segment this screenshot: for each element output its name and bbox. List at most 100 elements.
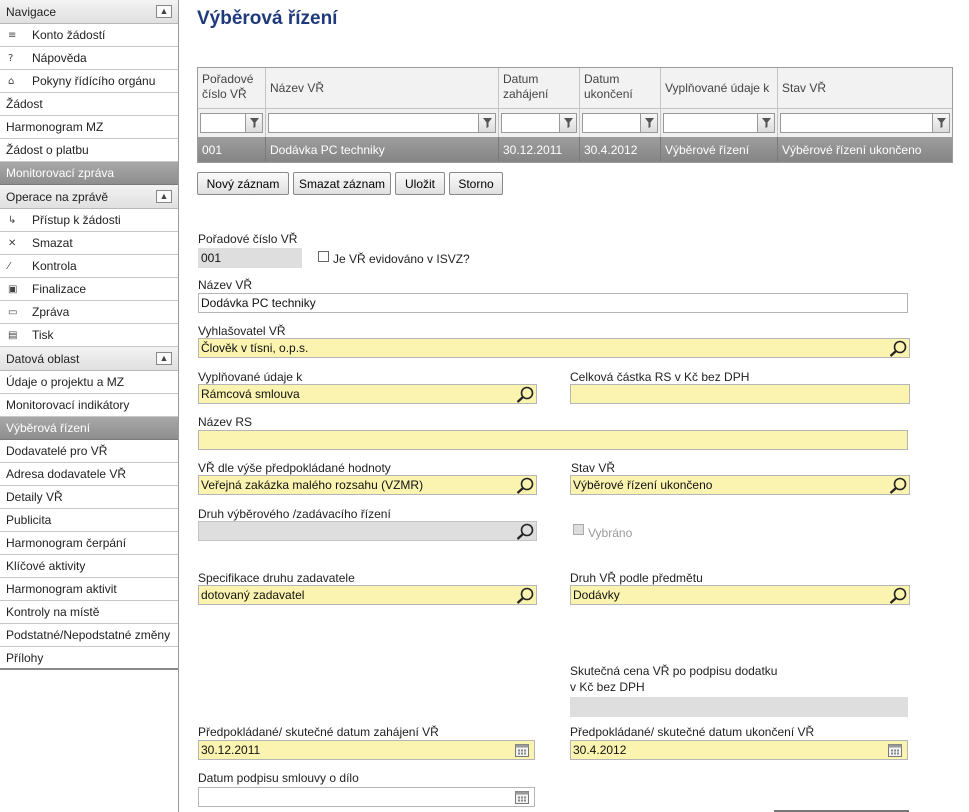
calendar-icon[interactable] <box>888 744 902 759</box>
column-header-filled-for[interactable]: Vyplňované údaje k <box>661 68 778 109</box>
sidebar-item-harmonogram-aktivit[interactable]: Harmonogram aktivit <box>0 578 178 601</box>
filter-input-status[interactable] <box>780 113 933 133</box>
sidebar-item-smazat[interactable]: ✕ Smazat <box>0 232 178 255</box>
sign-date-field[interactable] <box>198 787 535 807</box>
sidebar-item-label: Zpráva <box>32 305 70 319</box>
column-header-start-date[interactable]: Datum zahájení <box>499 68 580 109</box>
total-amount-field[interactable] <box>570 384 910 404</box>
main-content: Výběrová řízení Pořadové číslo VŘ Název … <box>179 0 969 812</box>
name-field[interactable]: Dodávka PC techniky <box>198 293 908 313</box>
sidebar-item-finalizace[interactable]: ▣ Finalizace <box>0 278 178 301</box>
sidebar-item-publicita[interactable]: Publicita <box>0 509 178 532</box>
order-field: 001 <box>198 248 302 268</box>
sidebar-item-label: Přílohy <box>6 650 44 665</box>
tenders-grid: Pořadové číslo VŘ Název VŘ Datum zahájen… <box>197 67 953 163</box>
filter-icon[interactable] <box>933 113 950 133</box>
column-header-order[interactable]: Pořadové číslo VŘ <box>198 68 266 109</box>
page-title: Výběrová řízení <box>197 8 338 29</box>
sidebar-item-vyberova-rizeni[interactable]: Výběrová řízení <box>0 417 178 440</box>
sidebar-item-label: Žádost o platbu <box>6 143 89 157</box>
column-header-end-date[interactable]: Datum ukončení <box>580 68 661 109</box>
sidebar-item-harmonogram-cerpani[interactable]: Harmonogram čerpání <box>0 532 178 555</box>
search-icon[interactable] <box>889 340 907 357</box>
filter-input-end-date[interactable] <box>582 113 641 133</box>
sidebar-item-klicove-aktivity[interactable]: Klíčové aktivity <box>0 555 178 578</box>
rs-name-field[interactable] <box>198 430 908 450</box>
filter-icon[interactable] <box>758 113 775 133</box>
tender-by-value-field[interactable]: Veřejná zakázka malého rozsahu (VZMR) <box>198 475 537 495</box>
sidebar-item-label: Nápověda <box>32 51 87 65</box>
sign-date-label: Datum podpisu smlouvy o dílo <box>198 771 359 785</box>
help-icon: ? <box>8 52 14 64</box>
nav-section-header[interactable]: Navigace ▲ <box>0 0 178 24</box>
search-icon[interactable] <box>889 587 907 604</box>
sidebar-item-zmeny[interactable]: Podstatné/Nepodstatné změny <box>0 624 178 647</box>
calendar-icon[interactable] <box>515 744 529 759</box>
sidebar-item-monitorovaci-zprava[interactable]: Monitorovací zpráva <box>0 162 178 185</box>
cancel-button[interactable]: Storno <box>449 172 503 195</box>
sidebar-item-adresa-dodavatele[interactable]: Adresa dodavatele VŘ <box>0 463 178 486</box>
calendar-icon[interactable] <box>515 791 529 806</box>
collapse-nav-button[interactable]: ▲ <box>156 5 172 18</box>
search-icon[interactable] <box>516 386 534 403</box>
filter-icon[interactable] <box>560 113 577 133</box>
collapse-data-button[interactable]: ▲ <box>156 352 172 365</box>
sidebar-item-zprava[interactable]: ▭ Zpráva <box>0 301 178 324</box>
cell-name: Dodávka PC techniky <box>266 137 499 162</box>
data-section-header[interactable]: Datová oblast ▲ <box>0 347 178 371</box>
sidebar-item-tisk[interactable]: ▤ Tisk <box>0 324 178 347</box>
check-icon: ⁄ <box>8 260 10 272</box>
end-date-field[interactable]: 30.4.2012 <box>570 740 908 760</box>
filter-input-name[interactable] <box>268 113 479 133</box>
filter-icon[interactable] <box>479 113 496 133</box>
search-icon[interactable] <box>889 477 907 494</box>
new-record-button[interactable]: Nový záznam <box>197 172 289 195</box>
announcer-field[interactable]: Člověk v tísni, o.p.s. <box>198 338 910 358</box>
filled-for-field[interactable]: Rámcová smlouva <box>198 384 537 404</box>
sidebar-item-label: Výběrová řízení <box>6 421 91 435</box>
sidebar-item-label: Tisk <box>32 328 54 342</box>
sidebar-item-kontrola[interactable]: ⁄ Kontrola <box>0 255 178 278</box>
sidebar-item-label: Harmonogram MZ <box>6 120 104 134</box>
filter-input-filled-for[interactable] <box>663 113 758 133</box>
filter-input-start-date[interactable] <box>501 113 560 133</box>
sidebar-item-label: Smazat <box>32 236 73 250</box>
search-icon[interactable] <box>516 523 534 540</box>
status-field[interactable]: Výběrové řízení ukončeno <box>570 475 910 495</box>
sidebar-item-harmonogram-mz[interactable]: Harmonogram MZ <box>0 116 178 139</box>
filter-input-order[interactable] <box>200 113 246 133</box>
sidebar-item-monitorovaci-indikatory[interactable]: Monitorovací indikátory <box>0 394 178 417</box>
collapse-ops-button[interactable]: ▲ <box>156 190 172 203</box>
sidebar-item-prilohy[interactable]: Přílohy <box>0 647 178 670</box>
subject-type-field[interactable]: Dodávky <box>570 585 910 605</box>
filter-icon[interactable] <box>641 113 658 133</box>
sidebar-item-kontroly-na-miste[interactable]: Kontroly na místě <box>0 601 178 624</box>
column-header-name[interactable]: Název VŘ <box>266 68 499 109</box>
search-icon[interactable] <box>516 587 534 604</box>
search-icon[interactable] <box>516 477 534 494</box>
sidebar-item-label: Dodavatelé pro VŘ <box>6 444 108 458</box>
procedure-type-field[interactable] <box>198 521 537 541</box>
delete-record-button[interactable]: Smazat záznam <box>293 172 391 195</box>
sidebar-item-label: Klíčové aktivity <box>6 559 86 573</box>
ops-section-header[interactable]: Operace na zprávě ▲ <box>0 185 178 209</box>
sidebar-item-napoveda[interactable]: ? Nápověda <box>0 47 178 70</box>
sidebar-item-pristup[interactable]: ↳ Přístup k žádosti <box>0 209 178 232</box>
sidebar-item-konto[interactable]: ≡ Konto žádostí <box>0 24 178 47</box>
sidebar-item-zadost[interactable]: Žádost <box>0 93 178 116</box>
sidebar-item-dodavatele[interactable]: Dodavatelé pro VŘ <box>0 440 178 463</box>
sidebar-item-label: Publicita <box>6 513 52 527</box>
sidebar-item-zadost-o-platbu[interactable]: Žádost o platbu <box>0 139 178 162</box>
contracting-spec-field[interactable]: dotovaný zadavatel <box>198 585 537 605</box>
filter-icon[interactable] <box>246 113 263 133</box>
sidebar-item-pokyny[interactable]: ⌂ Pokyny řídícího orgánu <box>0 70 178 93</box>
sidebar-item-detaily-vr[interactable]: Detaily VŘ <box>0 486 178 509</box>
start-date-field[interactable]: 30.12.2011 <box>198 740 535 760</box>
ops-section-title: Operace na zprávě <box>6 189 109 204</box>
column-header-status[interactable]: Stav VŘ <box>778 68 952 109</box>
table-row[interactable]: 001 Dodávka PC techniky 30.12.2011 30.4.… <box>198 137 952 162</box>
save-button[interactable]: Uložit <box>395 172 445 195</box>
start-date-label: Předpokládané/ skutečné datum zahájení V… <box>198 725 439 739</box>
isvz-checkbox[interactable] <box>318 251 329 262</box>
sidebar-item-udaje-o-projektu[interactable]: Údaje o projektu a MZ <box>0 371 178 394</box>
